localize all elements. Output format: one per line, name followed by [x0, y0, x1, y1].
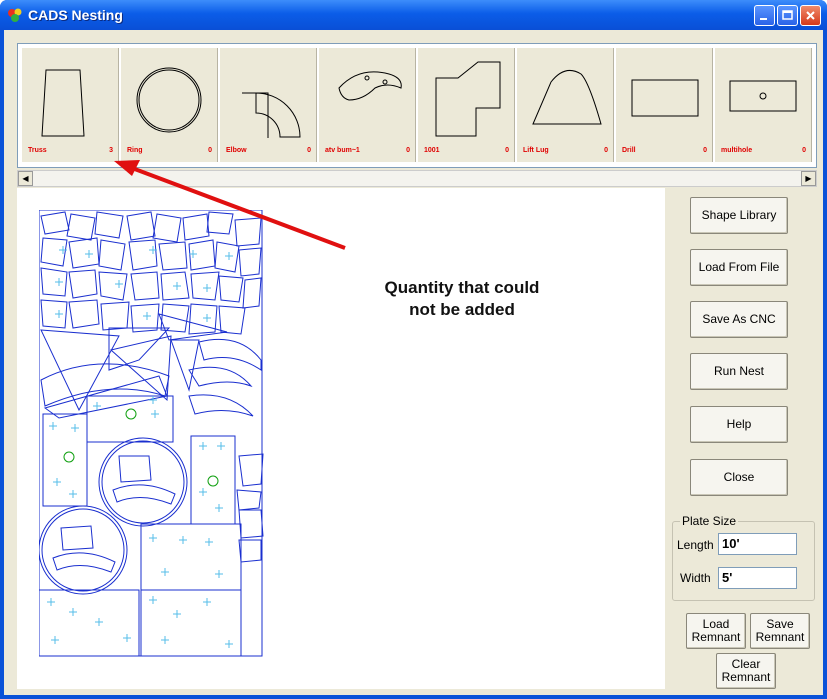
- annotation-arrow-icon: [114, 160, 346, 250]
- app-window: CADS Nesting Truss 3 Ring 0 Elbow 0 atv …: [0, 0, 827, 699]
